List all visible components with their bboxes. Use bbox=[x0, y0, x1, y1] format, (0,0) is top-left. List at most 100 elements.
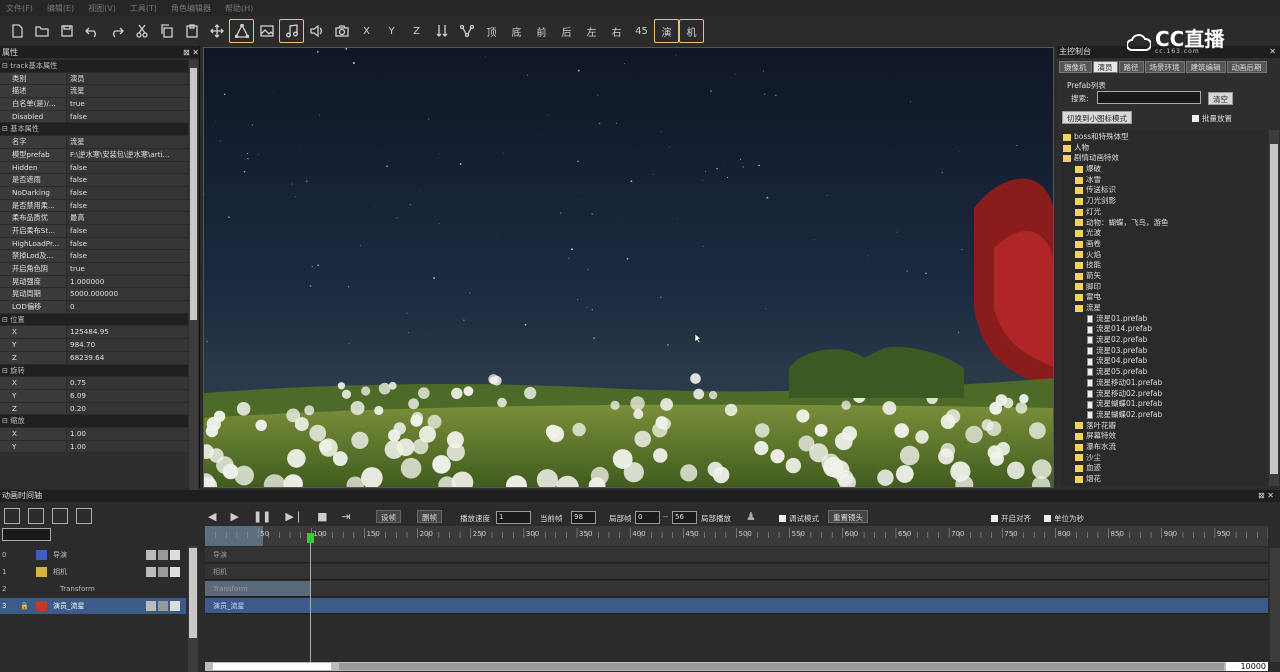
menu-item[interactable]: 视图(V) bbox=[88, 3, 116, 14]
expand-icon[interactable] bbox=[170, 567, 180, 577]
track-scrollbar-thumb[interactable] bbox=[189, 548, 197, 638]
timeline-hscroll-thumb[interactable] bbox=[213, 663, 331, 670]
person-icon[interactable]: ♟ bbox=[746, 510, 756, 523]
tree-folder[interactable]: 爆破 bbox=[1061, 164, 1267, 175]
tree-folder[interactable]: 剧情动画特效 bbox=[1061, 153, 1267, 164]
tree-folder[interactable]: 刀光剑影 bbox=[1061, 196, 1267, 207]
tab-路径[interactable]: 路径 bbox=[1118, 61, 1144, 73]
track-scrollbar[interactable] bbox=[188, 546, 198, 672]
scene-viewport[interactable] bbox=[203, 47, 1054, 488]
tree-folder[interactable]: 冰雪 bbox=[1061, 175, 1267, 186]
batch-place-toggle[interactable]: 批量放置 bbox=[1192, 113, 1232, 124]
image-icon[interactable] bbox=[254, 19, 279, 43]
view-back-button[interactable]: 后 bbox=[554, 19, 579, 43]
property-row[interactable]: 白名单(是)/... true bbox=[0, 98, 188, 111]
property-row[interactable]: 描述 流星 bbox=[0, 85, 188, 99]
open-folder-icon[interactable] bbox=[29, 19, 54, 43]
menu-item[interactable]: 帮助(H) bbox=[225, 3, 253, 14]
tree-file[interactable]: 流星03.prefab bbox=[1061, 346, 1267, 357]
speed-input[interactable]: 1 bbox=[496, 511, 531, 524]
tree-folder[interactable]: 雷电 bbox=[1061, 292, 1267, 303]
track-lane[interactable]: 导演 bbox=[205, 547, 1268, 563]
tree-file[interactable]: 流星移动01.prefab bbox=[1061, 378, 1267, 389]
tree-file[interactable]: 流星01.prefab bbox=[1061, 314, 1267, 325]
snap-checkbox-checked[interactable] bbox=[991, 515, 998, 522]
property-value[interactable]: 6.09 bbox=[66, 389, 188, 402]
local-play-label[interactable]: 局部播放 bbox=[701, 513, 731, 524]
clear-button[interactable]: 清空 bbox=[1208, 92, 1233, 105]
view-left-button[interactable]: 左 bbox=[579, 19, 604, 43]
property-value[interactable]: false bbox=[66, 110, 188, 123]
property-value[interactable]: 演员 bbox=[66, 72, 188, 85]
property-row[interactable]: LOD偏移 0 bbox=[0, 301, 188, 314]
menu-item[interactable]: 文件(F) bbox=[6, 3, 33, 14]
property-section[interactable]: ⊟ 基本属性 bbox=[0, 123, 188, 137]
track-lane[interactable]: 演员_流星 bbox=[205, 598, 1268, 614]
property-value[interactable]: 0 bbox=[66, 301, 188, 313]
property-row[interactable]: X 125484.95 bbox=[0, 326, 188, 340]
tree-folder[interactable]: 屏幕特效 bbox=[1061, 431, 1267, 442]
save-track-icon[interactable] bbox=[28, 508, 44, 524]
property-section[interactable]: ⊟ 旋转 bbox=[0, 364, 188, 378]
ruler-selection[interactable] bbox=[205, 526, 263, 546]
view-front-button[interactable]: 前 bbox=[529, 19, 554, 43]
tree-file[interactable]: 流星014.prefab bbox=[1061, 324, 1267, 335]
property-value[interactable]: F:\逆水寒\安装包\逆水寒\arti... bbox=[66, 148, 188, 161]
delete-frame-button[interactable]: 删帧 bbox=[417, 510, 442, 523]
tree-folder[interactable]: 箭矢 bbox=[1061, 271, 1267, 282]
property-row[interactable]: X 0.75 bbox=[0, 377, 188, 390]
property-row[interactable]: 模型prefab F:\逆水寒\安装包\逆水寒\arti... bbox=[0, 148, 188, 162]
expand-icon[interactable] bbox=[170, 601, 180, 611]
tree-folder[interactable]: 脚印 bbox=[1061, 282, 1267, 293]
view-bottom-button[interactable]: 底 bbox=[504, 19, 529, 43]
properties-scrollbar[interactable] bbox=[189, 60, 198, 500]
lane-scrollbar[interactable] bbox=[1270, 548, 1280, 662]
unit-checkbox[interactable] bbox=[1044, 515, 1051, 522]
current-frame-input[interactable]: 98 bbox=[571, 511, 596, 524]
property-row[interactable]: 是否遮雨 false bbox=[0, 174, 188, 187]
expand-icon[interactable] bbox=[170, 550, 180, 560]
dropdown-icon[interactable] bbox=[146, 567, 156, 577]
tree-folder[interactable]: 火焰 bbox=[1061, 250, 1267, 261]
tree-file[interactable]: 流星05.prefab bbox=[1061, 367, 1267, 378]
snap-toggle[interactable]: 开启对齐 bbox=[991, 513, 1031, 524]
property-section[interactable]: ⊟ track基本属性 bbox=[0, 60, 188, 73]
property-section[interactable]: ⊟ 位置 bbox=[0, 313, 188, 327]
save-as-icon[interactable] bbox=[52, 508, 68, 524]
tree-folder[interactable]: 传送标识 bbox=[1061, 185, 1267, 196]
prev-frame-icon[interactable]: ◀ bbox=[208, 510, 216, 523]
reset-camera-button[interactable]: 重置镜头 bbox=[828, 510, 868, 523]
menu-item[interactable]: 编辑(E) bbox=[47, 3, 74, 14]
tree-scrollbar-thumb[interactable] bbox=[1270, 144, 1278, 474]
tab-动画后期[interactable]: 动画后期 bbox=[1226, 61, 1267, 73]
search-input[interactable] bbox=[1097, 91, 1201, 104]
pause-icon[interactable]: ❚❚ bbox=[253, 510, 271, 523]
end-frame-field[interactable]: 10000 bbox=[1226, 662, 1268, 671]
tree-file[interactable]: 流星蝴蝶02.prefab bbox=[1061, 410, 1267, 421]
timeline-hscroll[interactable] bbox=[205, 662, 1268, 671]
connect-nodes-icon[interactable] bbox=[454, 19, 479, 43]
paste-icon[interactable] bbox=[179, 19, 204, 43]
local-from-input[interactable]: 0 bbox=[635, 511, 660, 524]
track-lane[interactable]: 相机 bbox=[205, 564, 1268, 580]
stop-icon[interactable]: ■ bbox=[317, 510, 327, 523]
property-row[interactable]: 类别 演员 bbox=[0, 72, 188, 86]
property-value[interactable]: 1.00 bbox=[66, 427, 188, 440]
property-value[interactable]: false bbox=[66, 199, 188, 212]
music-icon[interactable] bbox=[279, 19, 304, 43]
property-row[interactable]: Z 0.20 bbox=[0, 402, 188, 416]
track-lane[interactable]: Transform bbox=[205, 581, 1268, 597]
batch-checkbox[interactable] bbox=[1192, 115, 1199, 122]
tree-folder[interactable]: 瀑布水流 bbox=[1061, 442, 1267, 453]
tree-folder[interactable]: 烟花 bbox=[1061, 474, 1267, 485]
tree-folder[interactable]: 落叶花瓣 bbox=[1061, 421, 1267, 432]
tab-建筑编辑[interactable]: 建筑编辑 bbox=[1185, 61, 1226, 73]
property-row[interactable]: Y 6.09 bbox=[0, 389, 188, 403]
tree-folder[interactable]: 光波 bbox=[1061, 228, 1267, 239]
view-top-button[interactable]: 顶 bbox=[479, 19, 504, 43]
tab-场景环境[interactable]: 场景环境 bbox=[1144, 61, 1185, 73]
tab-演员[interactable]: 演员 bbox=[1092, 61, 1118, 73]
property-value[interactable]: 流星 bbox=[66, 85, 188, 98]
property-row[interactable]: 开启柔布St... false bbox=[0, 224, 188, 238]
tree-folder[interactable]: 画卷 bbox=[1061, 239, 1267, 250]
